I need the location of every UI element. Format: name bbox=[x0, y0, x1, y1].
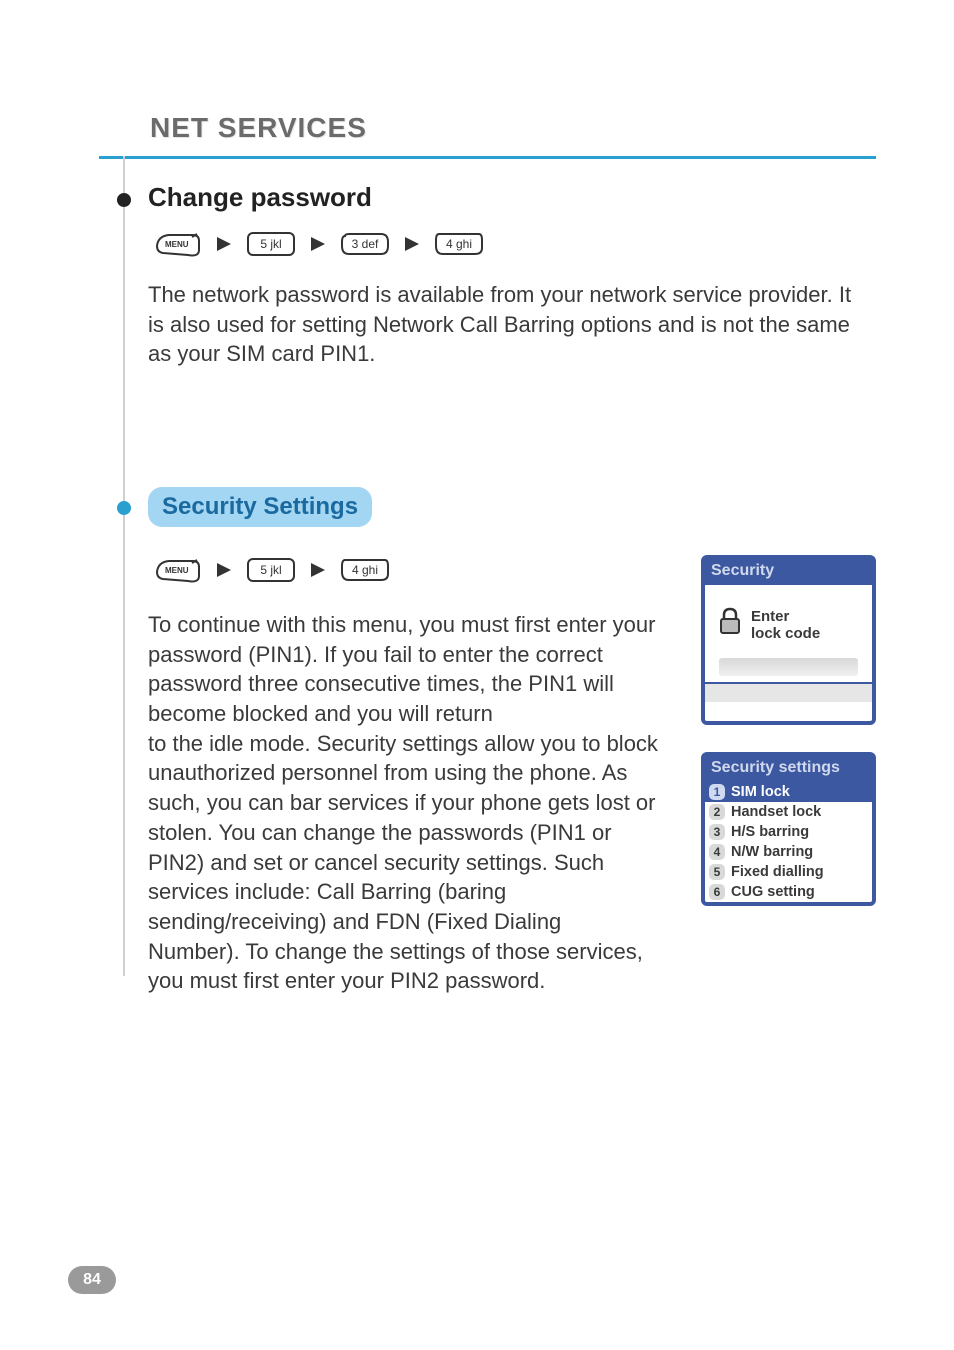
section-divider-line bbox=[123, 156, 125, 976]
phone-menu-item: 5 Fixed dialling bbox=[705, 862, 872, 882]
key-5: 5 jkl bbox=[247, 558, 295, 582]
key-4: 4 ghi bbox=[341, 558, 389, 582]
phone-menu-item: 6 CUG setting bbox=[705, 882, 872, 902]
key-4: 4 ghi bbox=[435, 232, 483, 256]
svg-text:4 ghi: 4 ghi bbox=[446, 237, 472, 251]
body-security-settings: To continue with this menu, you must fir… bbox=[148, 610, 658, 996]
arrow-icon bbox=[311, 237, 325, 251]
menu-key-icon: MENU bbox=[155, 558, 201, 582]
page-title: NET SERVICES bbox=[150, 112, 367, 144]
lock-icon bbox=[717, 607, 743, 642]
svg-text:MENU: MENU bbox=[165, 566, 189, 575]
phone-menu-item-label: H/S barring bbox=[731, 824, 809, 840]
page-number: 84 bbox=[68, 1266, 116, 1294]
lock-prompt-text: Enter lock code bbox=[751, 608, 820, 642]
arrow-icon bbox=[217, 237, 231, 251]
title-rule bbox=[99, 156, 876, 159]
arrow-icon bbox=[217, 563, 231, 577]
svg-text:5 jkl: 5 jkl bbox=[260, 563, 281, 577]
phone-menu-item-number: 5 bbox=[709, 864, 725, 880]
key-5-label: 5 jkl bbox=[260, 237, 281, 251]
arrow-icon bbox=[311, 563, 325, 577]
phone-menu-item-label: SIM lock bbox=[731, 784, 790, 800]
svg-text:MENU: MENU bbox=[165, 240, 189, 249]
phone-menu-item: 2 Handset lock bbox=[705, 802, 872, 822]
menu-key-icon: MENU bbox=[155, 232, 201, 256]
section-heading-security-settings: Security Settings bbox=[148, 487, 372, 527]
phone-menu-item-label: CUG setting bbox=[731, 884, 815, 900]
section-heading-change-password: Change password bbox=[148, 182, 372, 213]
key-sequence-change-password: MENU 5 jkl 3 def 4 ghi bbox=[155, 232, 483, 256]
phone-menu-item-label: N/W barring bbox=[731, 844, 813, 860]
section-bullet bbox=[117, 193, 131, 207]
phone-menu-list: 1 SIM lock 2 Handset lock 3 H/S barring 4 N/W b… bbox=[705, 782, 872, 902]
key-3: 3 def bbox=[341, 232, 389, 256]
phone-menu-item-number: 4 bbox=[709, 844, 725, 860]
phone-titlebar: Security settings bbox=[705, 756, 872, 782]
phone-input-slot bbox=[719, 658, 858, 676]
phone-menu-item-number: 1 bbox=[709, 784, 725, 800]
arrow-icon bbox=[405, 237, 419, 251]
phone-softkey-bar bbox=[705, 682, 872, 702]
phone-menu-item-number: 3 bbox=[709, 824, 725, 840]
body-change-password: The network password is available from y… bbox=[148, 280, 868, 369]
phone-menu-item-label: Fixed dialling bbox=[731, 864, 824, 880]
phone-screenshot-security-menu: Security settings 1 SIM lock 2 Handset lock… bbox=[701, 752, 876, 906]
key-5: 5 jkl bbox=[247, 232, 295, 256]
phone-menu-item: 4 N/W barring bbox=[705, 842, 872, 862]
svg-text:3 def: 3 def bbox=[352, 237, 379, 251]
phone-menu-item-label: Handset lock bbox=[731, 804, 821, 820]
phone-menu-item-number: 6 bbox=[709, 884, 725, 900]
phone-screenshot-security-lock: Security Enter lock code bbox=[701, 555, 876, 725]
phone-titlebar: Security bbox=[705, 559, 872, 585]
heading-badge: Security Settings bbox=[148, 487, 372, 527]
phone-menu-item-number: 2 bbox=[709, 804, 725, 820]
phone-menu-item: 3 H/S barring bbox=[705, 822, 872, 842]
svg-text:4 ghi: 4 ghi bbox=[352, 563, 378, 577]
key-sequence-security-settings: MENU 5 jkl 4 ghi bbox=[155, 558, 389, 582]
phone-menu-item: 1 SIM lock bbox=[705, 782, 872, 802]
section-bullet bbox=[117, 501, 131, 515]
